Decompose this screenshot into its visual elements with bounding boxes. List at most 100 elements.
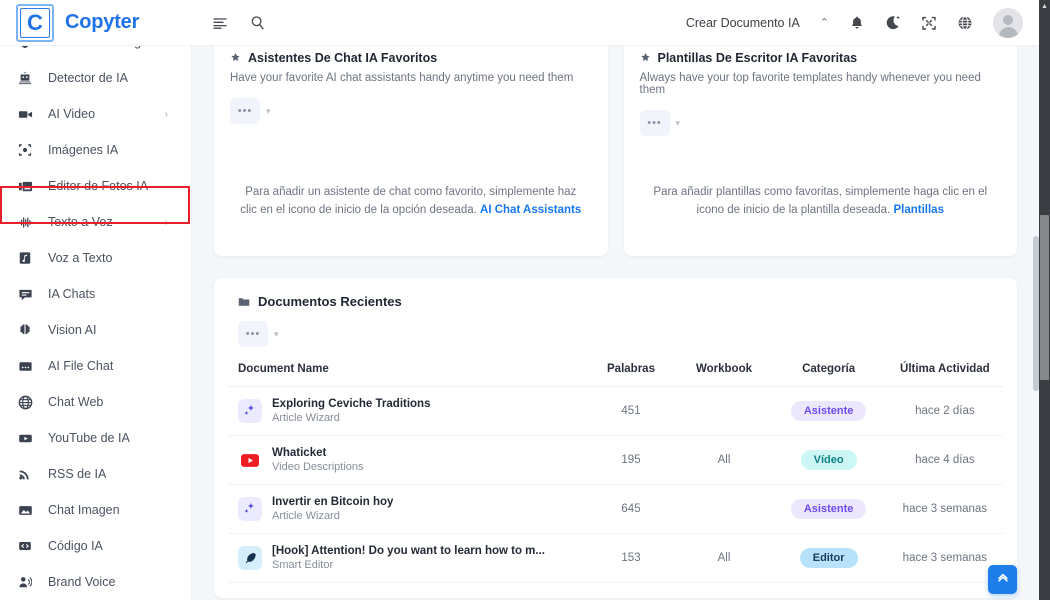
document-name-cell[interactable]: Invertir en Bitcoin hoy Article Wizard [228,484,585,534]
star-template-icon [640,52,651,64]
avatar[interactable] [993,7,1023,38]
rss-icon [14,467,36,481]
column-header-categoria[interactable]: Categoría [770,363,887,387]
favorites-cards-row: Asistentes De Chat IA Favoritos Have you… [192,46,1039,256]
ultima-actividad-cell: hace 2 días [886,386,1003,436]
categoria-cell: Asistente [770,484,887,534]
status-badge: Asistente [790,499,867,519]
sidebar-item-chat-imagen[interactable]: Chat Imagen [0,492,191,528]
brand-logo[interactable]: C Copyter [0,0,190,46]
create-document-button[interactable]: Crear Documento IA [686,16,800,30]
sidebar-item-label: Editor de Fotos IA [48,179,149,193]
brain-icon [14,323,36,337]
documents-dots-group[interactable]: ••• ▾ [238,321,1003,347]
sidebar-item-youtube-de-ia[interactable]: YouTube de IA [0,420,191,456]
star-chat-icon [230,52,241,64]
column-header-ultima-actividad[interactable]: Última Actividad [886,363,1003,387]
document-subtitle: Article Wizard [272,412,340,424]
categoria-cell: Asistente [770,386,887,436]
video-camera-icon [14,107,36,122]
table-row[interactable]: [Hook] Attention! Do you want to learn h… [228,533,1003,583]
folder-icon [238,296,250,308]
chat-bubble-icon [14,287,36,302]
sidebar-item-label: Detector de IA [48,71,128,85]
card-title-text: Asistentes De Chat IA Favoritos [248,52,438,64]
categoria-cell: Vídeo [770,435,887,485]
document-name-cell[interactable]: Whaticket Video Descriptions [228,435,585,485]
shield-icon [14,46,36,49]
card-subtitle: Always have your top favorite templates … [639,72,981,96]
sidebar-item-label: Detector de Plagio [48,46,151,49]
ai-chat-assistants-link[interactable]: AI Chat Assistants [480,204,581,216]
column-header-palabras[interactable]: Palabras [584,363,678,387]
sidebar-item-codigo-ia[interactable]: Código IA [0,528,191,564]
search-icon[interactable] [250,15,266,31]
document-subtitle: Smart Editor [272,559,334,571]
menu-icon[interactable] [212,15,228,31]
chat-assistants-dots-button[interactable]: ••• [230,98,260,124]
youtube-icon [14,431,36,446]
document-name-cell[interactable]: [Hook] Attention! Do you want to learn h… [228,533,585,583]
card-title-chat-assistants: Asistentes De Chat IA Favoritos [230,52,592,64]
sidebar-item-ai-video[interactable]: AI Video › [0,96,191,132]
wizard-sparkle-icon [238,399,262,423]
sidebar-item-rss-de-ia[interactable]: RSS de IA [0,456,191,492]
moon-icon[interactable] [885,15,901,31]
palabras-cell: 645 [584,484,678,534]
table-header-row: Document Name Palabras Workbook Categorí… [228,363,1003,387]
sidebar-item-label: AI File Chat [48,359,114,373]
chevron-right-icon: › [164,216,168,228]
sidebar-scroll-container: Detector de Plagio Detector de IA AI Vid… [0,46,191,600]
plantillas-link[interactable]: Plantillas [893,204,944,216]
column-header-workbook[interactable]: Workbook [677,363,771,387]
sidebar-item-vision-ai[interactable]: Vision AI [0,312,191,348]
sidebar-item-imagenes-ia[interactable]: Imágenes IA [0,132,191,168]
workbook-cell [677,484,771,534]
feather-pen-icon [238,546,262,570]
sidebar-item-ai-file-chat[interactable]: AI File Chat [0,348,191,384]
file-chat-icon [14,359,36,374]
browser-scrollbar[interactable]: ▲ [1039,0,1050,600]
sidebar-item-detector-de-plagio[interactable]: Detector de Plagio [0,46,191,60]
document-title: [Hook] Attention! Do you want to learn h… [272,545,545,557]
chevron-down-icon[interactable]: ▾ [676,118,681,129]
chevron-down-icon[interactable]: ▾ [274,329,279,340]
app-root: Asistentes De Chat IA Favoritos Have you… [0,0,1050,600]
table-row[interactable]: Invertir en Bitcoin hoy Article Wizard 6… [228,484,1003,534]
favorite-chat-assistants-card: Asistentes De Chat IA Favoritos Have you… [214,46,608,256]
sidebar-item-texto-a-voz[interactable]: Texto a Voz › [0,204,191,240]
bell-icon[interactable] [849,15,865,31]
scrollbar-up-arrow-icon[interactable]: ▲ [1039,1,1050,12]
sidebar-item-voz-a-texto[interactable]: Voz a Texto [0,240,191,276]
chevron-up-icon[interactable]: ⌃ [820,16,829,29]
chat-assistants-dots-group[interactable]: ••• ▾ [230,98,592,124]
globe-icon[interactable] [957,15,973,31]
templates-dots-button[interactable]: ••• [639,110,670,136]
sidebar-item-editor-de-fotos-ia[interactable]: Editor de Fotos IA [0,168,191,204]
templates-dots-group[interactable]: ••• ▾ [639,110,1002,136]
top-navigation-bar: C Copyter Crear Documento IA ⌃ [0,0,1039,46]
document-subtitle: Video Descriptions [272,461,364,473]
recent-documents-title: Documentos Recientes [258,294,402,309]
sidebar-item-chat-web[interactable]: Chat Web [0,384,191,420]
document-name-cell[interactable]: Exploring Ceviche Traditions Article Wiz… [228,386,585,436]
sidebar-item-brand-voice[interactable]: Brand Voice [0,564,191,600]
sidebar[interactable]: Detector de Plagio Detector de IA AI Vid… [0,46,192,600]
browser-scrollbar-thumb[interactable] [1040,215,1049,380]
sidebar-item-detector-de-ia[interactable]: Detector de IA [0,60,191,96]
table-row[interactable]: Exploring Ceviche Traditions Article Wiz… [228,386,1003,436]
sidebar-item-label: YouTube de IA [48,431,130,445]
sidebar-item-label: Voz a Texto [48,251,113,265]
sidebar-item-ia-chats[interactable]: IA Chats [0,276,191,312]
music-file-icon [14,251,36,265]
scroll-to-top-button[interactable] [988,565,1017,594]
image-frame-icon [14,143,36,157]
robot-icon [14,71,36,85]
fullscreen-icon[interactable] [921,15,937,31]
sidebar-item-label: RSS de IA [48,467,107,481]
chevron-down-icon[interactable]: ▾ [266,106,271,117]
ultima-actividad-cell: hace 4 días [886,435,1003,485]
documents-dots-button[interactable]: ••• [238,321,268,347]
column-header-document-name[interactable]: Document Name [228,363,585,387]
table-row[interactable]: Whaticket Video Descriptions 195 All Víd… [228,435,1003,485]
